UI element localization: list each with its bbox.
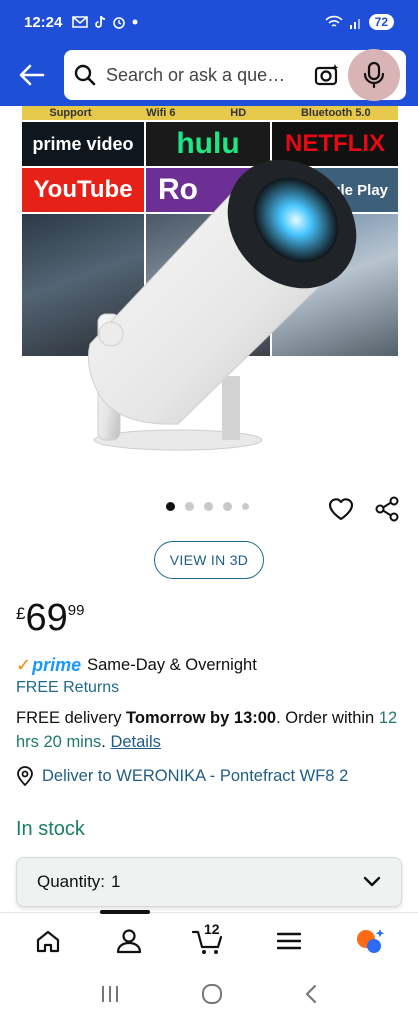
stock-status: In stock — [16, 818, 85, 840]
cart-count: 12 — [203, 920, 220, 937]
status-bar: 12:24 72 — [0, 0, 418, 44]
back-arrow-icon — [19, 64, 45, 86]
search-icon — [74, 64, 96, 86]
camera-search-button[interactable] — [312, 60, 342, 90]
image-carousel-controls — [0, 488, 418, 530]
quantity-value: 1 — [111, 872, 121, 891]
alarm-icon — [113, 17, 126, 29]
menu-icon — [277, 932, 302, 949]
account-icon — [116, 928, 141, 953]
wifi-icon — [325, 15, 343, 27]
signal-icon — [349, 18, 360, 29]
product-image[interactable]: Support Wifi 6 HD Bluetooth 5.0 prime vi… — [0, 106, 418, 466]
bottom-navigation: 12 — [0, 910, 418, 968]
product-price: £ 69 99 — [16, 598, 84, 638]
status-time: 12:24 — [24, 13, 63, 31]
search-input[interactable]: Search or ask a que… — [64, 49, 406, 101]
carousel-dot[interactable] — [242, 503, 249, 510]
back-chevron-icon — [305, 984, 316, 1003]
nav-home[interactable] — [23, 919, 73, 963]
delivery-prefix: FREE delivery — [16, 709, 127, 727]
nav-menu[interactable] — [264, 919, 314, 963]
carousel-dot[interactable] — [223, 502, 232, 511]
mail-icon — [72, 16, 89, 28]
quantity-dropdown[interactable]: Quantity: 1 — [16, 857, 402, 907]
prime-delivery-row: ✓ prime Same-Day & Overnight — [16, 655, 257, 676]
home-system-button[interactable] — [201, 983, 223, 1010]
nav-account[interactable] — [104, 919, 154, 963]
carousel-dot[interactable] — [166, 502, 175, 511]
free-returns-link[interactable]: FREE Returns — [16, 679, 119, 697]
prime-check-icon: ✓ — [16, 655, 32, 675]
view-in-3d-button[interactable]: VIEW IN 3D — [154, 541, 264, 579]
home-icon — [37, 930, 60, 952]
projector-graphic — [87, 159, 357, 451]
back-button[interactable] — [12, 55, 52, 95]
delivery-date: Tomorrow by 13:00 — [126, 709, 277, 727]
price-fraction: 99 — [67, 602, 85, 619]
carousel-dot[interactable] — [185, 502, 194, 511]
delivery-middle: . Order within — [276, 709, 379, 727]
tiktok-icon — [95, 15, 106, 28]
recent-apps-button[interactable] — [100, 985, 120, 1008]
voice-search-button[interactable] — [348, 49, 400, 101]
recent-apps-icon — [102, 985, 119, 1002]
price-whole: 69 — [25, 597, 68, 639]
prime-delivery-text: Same-Day & Overnight — [87, 656, 257, 674]
battery-indicator: 72 — [368, 14, 394, 30]
deliver-to-link[interactable]: Deliver to WERONIKA - Pontefract WF8 2 — [16, 766, 348, 786]
nav-cart[interactable]: 12 — [184, 919, 234, 963]
price-currency: £ — [16, 604, 26, 623]
search-placeholder: Search or ask a que… — [106, 64, 286, 85]
microphone-icon — [363, 61, 385, 89]
share-icon — [375, 496, 399, 522]
add-to-list-button[interactable] — [324, 492, 358, 526]
system-navigation-bar — [0, 968, 418, 1024]
chevron-down-icon — [363, 876, 381, 888]
quantity-label: Quantity: — [37, 872, 106, 891]
dot-icon — [132, 19, 138, 25]
rufus-icon — [356, 928, 384, 953]
active-tab-indicator — [100, 910, 150, 914]
carousel-dot[interactable] — [204, 502, 213, 511]
delivery-details-link[interactable]: Details — [110, 733, 160, 751]
camera-icon — [314, 64, 339, 86]
location-pin-icon — [16, 766, 34, 786]
prime-logo: prime — [32, 655, 82, 675]
delivery-message: FREE delivery Tomorrow by 13:00. Order w… — [16, 706, 408, 754]
share-button[interactable] — [370, 492, 404, 526]
back-system-button[interactable] — [304, 984, 318, 1009]
search-header: Search or ask a que… — [0, 44, 418, 106]
carousel-dots — [166, 502, 249, 511]
heart-icon — [328, 498, 354, 521]
nav-rufus[interactable] — [345, 919, 395, 963]
deliver-to-address: Deliver to WERONIKA - Pontefract WF8 2 — [42, 766, 349, 785]
home-circle-icon — [201, 983, 222, 1004]
